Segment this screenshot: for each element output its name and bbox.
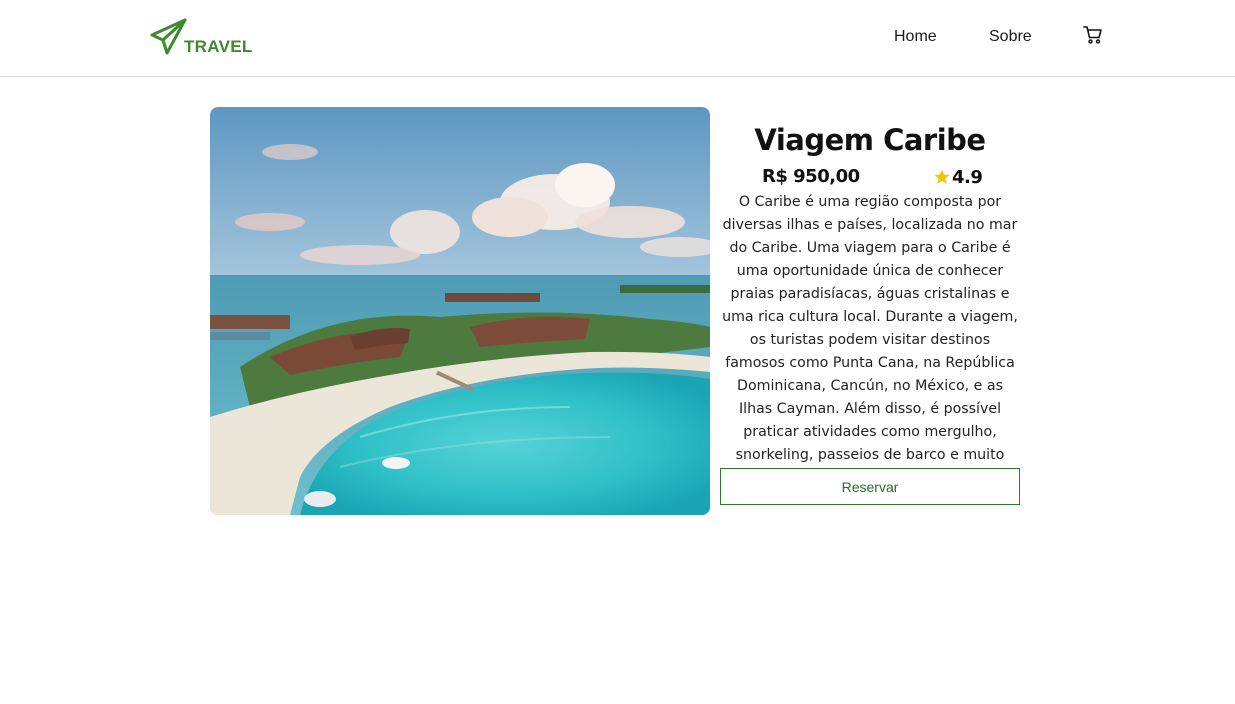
product-title: Viagem Caribe: [754, 123, 986, 157]
star-icon: [934, 169, 950, 184]
product-price: R$ 950,00: [762, 166, 860, 187]
nav-home-link[interactable]: Home: [894, 27, 937, 47]
cart-icon[interactable]: [1083, 25, 1103, 45]
logo-link[interactable]: TRAVEL: [150, 16, 253, 56]
nav-sobre-link[interactable]: Sobre: [989, 27, 1032, 47]
product-image: [210, 107, 710, 515]
price-rating-row: R$ 950,00 4.9: [720, 164, 1020, 190]
site-header: TRAVEL Home Sobre: [0, 0, 1235, 77]
rating-value: 4.9: [952, 166, 983, 188]
product-description: O Caribe é uma região composta por diver…: [722, 194, 1018, 486]
product-info: Viagem Caribe R$ 950,00 4.9 O Caribe é u…: [720, 120, 1020, 490]
product-rating: 4.9: [933, 164, 983, 190]
reserve-button[interactable]: Reservar: [720, 468, 1020, 505]
logo-text: TRAVEL: [184, 37, 253, 56]
paper-plane-icon: [150, 18, 187, 55]
caribbean-island-image: [210, 107, 710, 515]
